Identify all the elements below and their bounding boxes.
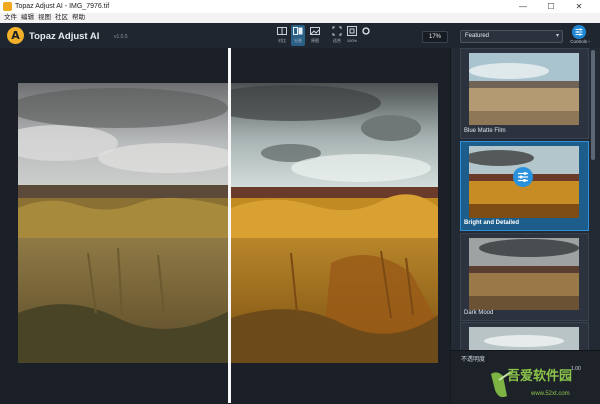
- app-name: Topaz Adjust AI: [29, 31, 100, 42]
- topaz-logo-icon: A: [7, 27, 24, 44]
- menu-edit[interactable]: 编辑: [21, 13, 34, 23]
- controls-label[interactable]: Controls ›: [565, 39, 595, 45]
- split-view-icon: [277, 27, 287, 35]
- maximize-button[interactable]: ☐: [541, 0, 561, 13]
- opacity-label: 不透明度: [461, 357, 486, 363]
- original-icon: [310, 27, 320, 35]
- preset-name: Bright and Detailed: [464, 220, 520, 226]
- controls-button[interactable]: [572, 25, 586, 39]
- pan-circle-button[interactable]: [359, 25, 373, 46]
- watermark-url: www.52xt.com: [531, 391, 570, 397]
- compare-split-handle[interactable]: [228, 48, 231, 403]
- title-bar: Topaz Adjust AI - IMG_7976.tif — ☐ ✕: [0, 0, 600, 13]
- app-version: v1.0.5: [114, 34, 128, 40]
- preset-filter-dropdown[interactable]: Featured ▾: [460, 30, 563, 43]
- side-by-side-icon: [293, 27, 303, 35]
- menu-view[interactable]: 视图: [38, 13, 51, 23]
- side-by-side-button[interactable]: 分割: [291, 25, 305, 46]
- processed-photo[interactable]: [231, 83, 438, 363]
- watermark-text: 吾爱软件园: [507, 369, 573, 384]
- close-button[interactable]: ✕: [569, 0, 589, 13]
- preset-thumbnail: [469, 53, 579, 125]
- actual-size-icon: [347, 26, 357, 36]
- sliders-icon: [575, 28, 583, 36]
- original-label: 原图: [311, 38, 319, 43]
- preset-card[interactable]: Blue Matte Film: [460, 48, 589, 139]
- preset-scrollbar[interactable]: [591, 50, 595, 160]
- menu-community[interactable]: 社区: [55, 13, 68, 23]
- zoom-level[interactable]: 17%: [422, 31, 448, 43]
- preset-filter-value: Featured: [465, 33, 490, 39]
- preset-name: Dark Mood: [464, 310, 494, 316]
- preset-thumbnail: [469, 327, 579, 351]
- menu-file[interactable]: 文件: [4, 13, 17, 23]
- original-photo[interactable]: [18, 83, 229, 363]
- preset-card[interactable]: [460, 322, 589, 352]
- adjust-preset-button[interactable]: [513, 167, 533, 187]
- preset-name: Blue Matte Film: [464, 128, 506, 134]
- actual-size-button[interactable]: 100%: [345, 25, 359, 46]
- menu-help[interactable]: 帮助: [72, 13, 85, 23]
- pan-circle-icon: [362, 27, 370, 35]
- fit-icon: [332, 26, 342, 36]
- chevron-down-icon: ▾: [555, 33, 559, 39]
- window-title: Topaz Adjust AI - IMG_7976.tif: [15, 3, 110, 10]
- minimize-button[interactable]: —: [513, 0, 533, 13]
- original-button[interactable]: 原图: [308, 25, 322, 46]
- preset-card[interactable]: Dark Mood: [460, 233, 589, 321]
- app-icon: [3, 2, 12, 11]
- split-view-button[interactable]: 对比: [275, 25, 289, 46]
- sliders-icon: [518, 172, 528, 182]
- preset-thumbnail: [469, 238, 579, 310]
